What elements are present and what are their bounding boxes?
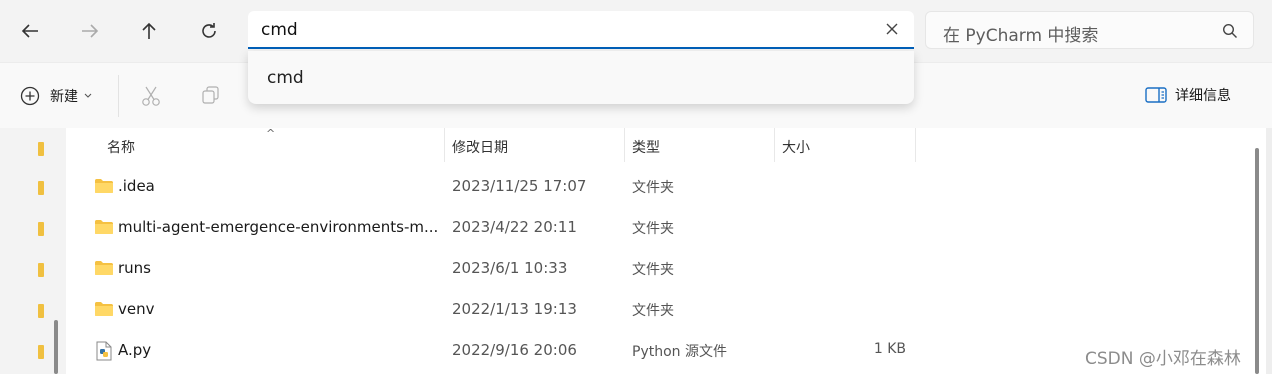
details-button[interactable]: 详细信息: [1145, 85, 1231, 105]
navigation-pane: [0, 128, 66, 374]
address-input[interactable]: cmd: [261, 20, 298, 40]
search-box[interactable]: 在 PyCharm 中搜索: [925, 11, 1254, 49]
file-list: ^ 名称 修改日期 类型 大小 .idea 2023/11/25 17:07 文…: [66, 127, 1272, 374]
arrow-right-icon: [82, 24, 99, 38]
column-divider[interactable]: [915, 128, 916, 162]
folder-icon[interactable]: [38, 181, 44, 195]
file-date: 2023/11/25 17:07: [452, 177, 587, 195]
file-name: multi-agent-emergence-environments-m...: [118, 218, 439, 236]
scrollbar-thumb[interactable]: [1255, 148, 1259, 374]
folder-icon: [95, 261, 113, 275]
arrow-left-icon: [21, 24, 38, 38]
folder-icon[interactable]: [38, 345, 44, 359]
column-header-name[interactable]: 名称: [107, 137, 135, 157]
column-header-size[interactable]: 大小: [782, 137, 810, 157]
close-icon[interactable]: [884, 21, 900, 37]
cut-icon[interactable]: [141, 85, 161, 107]
suggestion-item[interactable]: cmd: [267, 68, 304, 88]
file-type: 文件夹: [632, 180, 674, 196]
file-type: Python 源文件: [632, 344, 727, 360]
file-type: 文件夹: [632, 303, 674, 319]
python-file-icon: [96, 341, 112, 361]
toolbar-divider: [118, 75, 119, 117]
details-pane-icon: [1145, 87, 1167, 103]
plus-circle-icon: [20, 86, 40, 106]
arrow-up-icon: [142, 22, 156, 39]
table-row[interactable]: multi-agent-emergence-environments-m... …: [66, 208, 1246, 248]
file-date: 2022/1/13 19:13: [452, 300, 577, 318]
file-type: 文件夹: [632, 221, 674, 237]
table-row[interactable]: runs 2023/6/1 10:33 文件夹: [66, 249, 1246, 289]
file-name: .idea: [118, 177, 155, 195]
new-button-label: 新建: [50, 89, 78, 105]
table-row[interactable]: venv 2022/1/13 19:13 文件夹: [66, 290, 1246, 330]
folder-icon[interactable]: [38, 142, 44, 156]
copy-icon[interactable]: [201, 85, 221, 105]
up-button[interactable]: [132, 14, 166, 48]
file-name: A.py: [118, 341, 152, 359]
refresh-icon: [202, 23, 216, 38]
column-header-row: ^ 名称 修改日期 类型 大小: [66, 127, 1272, 162]
vertical-scrollbar[interactable]: [1254, 148, 1260, 374]
file-type: 文件夹: [632, 262, 674, 278]
nav-scrollbar-thumb[interactable]: [54, 320, 58, 374]
file-name: runs: [118, 259, 151, 277]
back-button[interactable]: [13, 14, 47, 48]
address-suggestions-dropdown: cmd: [248, 51, 914, 104]
sort-caret-icon: ^: [266, 127, 276, 140]
forward-button[interactable]: [73, 14, 107, 48]
folder-icon: [95, 302, 113, 316]
file-name: venv: [118, 300, 155, 318]
folder-icon[interactable]: [38, 222, 44, 236]
address-bar[interactable]: cmd: [248, 11, 914, 49]
details-button-label: 详细信息: [1175, 88, 1231, 104]
chevron-down-icon: [84, 93, 92, 98]
column-header-type[interactable]: 类型: [632, 137, 660, 157]
column-divider[interactable]: [624, 128, 625, 162]
table-row[interactable]: .idea 2023/11/25 17:07 文件夹: [66, 167, 1246, 207]
window-edge: [1266, 128, 1272, 374]
file-date: 2023/4/22 20:11: [452, 218, 577, 236]
new-button[interactable]: 新建: [20, 84, 92, 108]
watermark: CSDN @小邓在森林: [1085, 349, 1241, 369]
refresh-button[interactable]: [192, 14, 226, 48]
search-icon: [1222, 23, 1237, 38]
column-divider[interactable]: [444, 128, 445, 162]
file-date: 2023/6/1 10:33: [452, 259, 568, 277]
file-date: 2022/9/16 20:06: [452, 341, 577, 359]
search-input[interactable]: 在 PyCharm 中搜索: [943, 21, 1098, 46]
folder-icon[interactable]: [38, 304, 44, 318]
table-row[interactable]: A.py 2022/9/16 20:06 Python 源文件 1 KB: [66, 331, 1246, 371]
column-header-date[interactable]: 修改日期: [452, 137, 508, 157]
folder-icon[interactable]: [38, 263, 44, 277]
file-size: 1 KB: [873, 341, 906, 357]
column-divider[interactable]: [774, 128, 775, 162]
folder-icon: [95, 220, 113, 234]
folder-icon: [95, 179, 113, 193]
